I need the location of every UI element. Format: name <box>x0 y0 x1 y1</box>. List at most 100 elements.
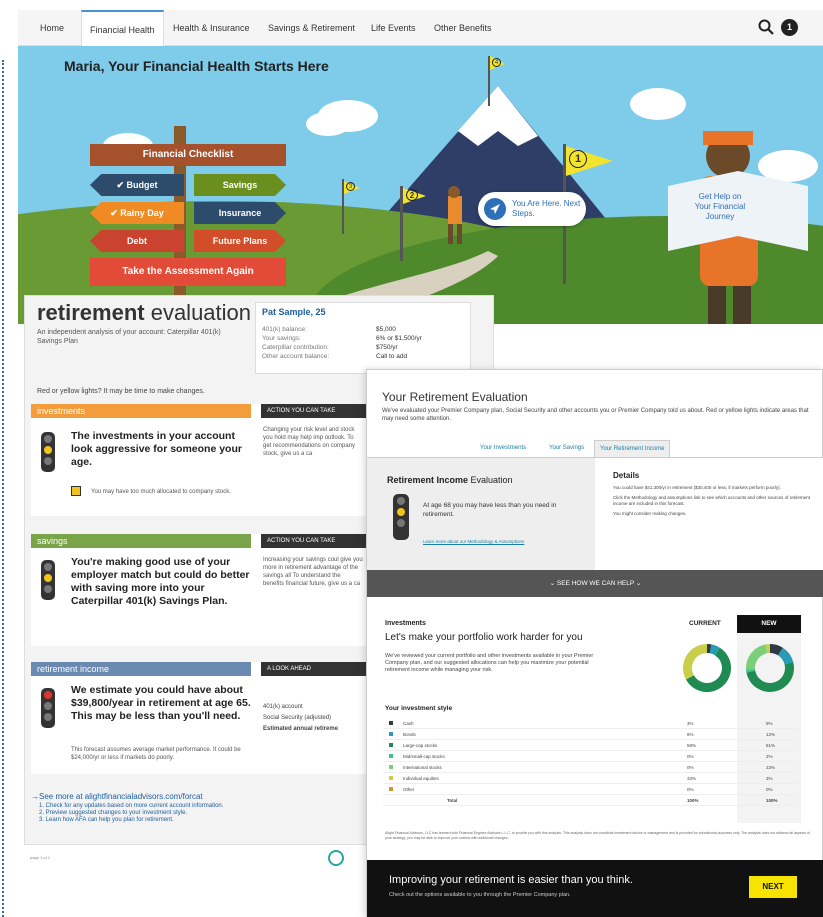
other-balance-label: Other account balance: <box>262 353 330 360</box>
dotted-guide-line <box>2 60 4 917</box>
see-more-link[interactable]: →See more at alightfinancialadvisors.com… <box>31 792 203 801</box>
nav-financial-health[interactable]: Financial Health <box>81 10 164 46</box>
disclaimer: Alight Financial Advisors, LLC has teame… <box>385 831 810 840</box>
row-name: Cash <box>403 721 414 726</box>
person-labels: 401(k) balance: Your savings: Caterpilla… <box>262 325 329 361</box>
doc-title-bold: retirement <box>37 300 145 325</box>
see-more-text: See more at alightfinancialadvisors.com/… <box>39 792 203 801</box>
table-row: Cash 3% 9% <box>383 718 798 729</box>
income-eval-title-bold: Retirement Income <box>387 475 469 485</box>
look-ahead-rows: 401(k) account Social Security (adjusted… <box>263 702 338 735</box>
tab-your-savings[interactable]: Your Savings <box>544 440 589 457</box>
contribution-value: $750/yr <box>376 344 398 351</box>
red-yellow-note: Red or yellow lights? It may be time to … <box>37 388 205 395</box>
color-swatch <box>389 787 393 791</box>
search-icon[interactable] <box>758 19 774 35</box>
check-icon: ✔ <box>110 208 121 218</box>
row-estimated-annual: Estimated annual retireme <box>263 726 339 732</box>
sign-savings[interactable]: Savings <box>194 174 286 196</box>
retirement-evaluation-panel: Your Retirement Evaluation We've evaluat… <box>366 369 823 917</box>
row-new: 51% <box>766 743 776 748</box>
retirement-income-note: This forecast assumes average market per… <box>71 747 241 761</box>
top-nav: Home Financial Health Health & Insurance… <box>18 10 823 46</box>
sign-debt[interactable]: Debt <box>90 230 184 252</box>
help-bar[interactable]: ⌄ SEE HOW WE CAN HELP ⌄ <box>367 570 823 597</box>
nav-other-benefits[interactable]: Other Benefits <box>434 10 492 46</box>
color-swatch <box>389 732 393 736</box>
row-current: 0% <box>687 765 694 770</box>
flag-number-4: 4 <box>492 58 501 67</box>
nav-home[interactable]: Home <box>40 10 64 46</box>
help-journey-text[interactable]: Get Help on Your Financial Journey <box>690 192 750 222</box>
other-balance-value: Call to add <box>376 353 408 360</box>
nav-savings-retirement[interactable]: Savings & Retirement <box>268 10 355 46</box>
row-name: Mid/small-cap stocks <box>403 754 445 759</box>
details-box: Details You could have $41,300/yr in ret… <box>595 458 823 571</box>
sign-future-plans[interactable]: Future Plans <box>194 230 286 252</box>
row-new: 9% <box>766 721 773 726</box>
notification-badge[interactable]: 1 <box>781 19 798 36</box>
step-preview: 2. Preview suggested changes to your inv… <box>39 810 188 816</box>
location-arrow-icon <box>484 198 506 220</box>
nav-life-events[interactable]: Life Events <box>371 10 416 46</box>
row-new: 12% <box>766 732 776 737</box>
methodology-link[interactable]: Learn more about our Methodology & Assum… <box>423 539 524 544</box>
row-name: Total <box>447 798 458 803</box>
tab-your-investments[interactable]: Your Investments <box>475 440 531 457</box>
new-allocation-donut <box>746 644 794 692</box>
traffic-light-yellow <box>41 560 55 600</box>
savings-side-text: Increasing your savings coul give you mo… <box>263 557 363 587</box>
traffic-light-yellow <box>393 494 409 540</box>
sign-rainy-day[interactable]: ✔ Rainy Day <box>90 202 184 224</box>
next-button[interactable]: NEXT <box>749 876 797 898</box>
doc-subtitle: An independent analysis of your account:… <box>37 329 221 345</box>
color-swatch <box>389 776 393 780</box>
flag-number-3: 3 <box>346 182 355 191</box>
details-line-3: You might consider making changes. <box>613 511 687 516</box>
table-row: Individual equities 33% 3% <box>383 773 798 784</box>
flag-number-2: 2 <box>406 189 418 201</box>
footer-title: Improving your retirement is easier than… <box>389 874 633 886</box>
table-row: International stocks 0% 23% <box>383 762 798 773</box>
investments-text: We've reviewed your current portfolio an… <box>385 653 594 673</box>
person-card: Pat Sample, 25 401(k) balance: Your savi… <box>255 302 471 374</box>
investments-message: The investments in your account look agg… <box>71 430 242 468</box>
sign-insurance[interactable]: Insurance <box>194 202 286 224</box>
income-message: At age 68 you may have less than you nee… <box>423 502 557 518</box>
retirement-income-header: retirement income <box>31 662 251 676</box>
row-current: 0% <box>687 787 694 792</box>
row-new: 23% <box>766 765 776 770</box>
row-current: 58% <box>687 743 697 748</box>
contribution-label: Caterpillar contribution: <box>262 344 329 351</box>
nav-health-insurance[interactable]: Health & Insurance <box>173 10 250 46</box>
new-label: NEW <box>737 615 801 633</box>
row-name: Bonds <box>403 732 416 737</box>
investments-title: Let's make your portfolio work harder fo… <box>385 632 583 643</box>
investment-style-title: Your investment style <box>385 705 453 712</box>
sign-budget-label: Budget <box>126 180 158 190</box>
traffic-light-red <box>41 688 55 728</box>
table-row: Mid/small-cap stocks 0% 2% <box>383 751 798 762</box>
income-eval-title: Retirement Income Evaluation <box>387 475 513 485</box>
color-swatch <box>389 743 393 747</box>
row-new: 3% <box>766 776 773 781</box>
you-are-here-bubble[interactable]: You Are Here. Next Steps. <box>478 192 586 226</box>
table-row: Large-cap stocks 58% 51% <box>383 740 798 751</box>
current-label: CURRENT <box>689 620 721 627</box>
sign-budget[interactable]: ✔ Budget <box>90 174 184 196</box>
row-new: 2% <box>766 754 773 759</box>
investments-note: You may have too much allocated to compa… <box>91 489 231 495</box>
doc-title-rest: evaluation <box>144 300 252 325</box>
table-row: Bonds 6% 12% <box>383 729 798 740</box>
step-learn: 3. Learn how AFA can help you plan for r… <box>39 817 174 823</box>
row-current: 3% <box>687 721 694 726</box>
tab-your-retirement-income[interactable]: Your Retirement Income <box>594 440 671 457</box>
traffic-light-yellow <box>41 432 55 472</box>
page-number: page 1 of 1 <box>30 855 51 860</box>
investments-label: Investments <box>385 620 426 627</box>
assessment-button[interactable]: Take the Assessment Again <box>90 258 286 286</box>
screenshot-stage: Home Financial Health Health & Insurance… <box>0 0 823 917</box>
row-name: Individual equities <box>403 776 439 781</box>
retirement-income-message: We estimate you could have about $39,800… <box>71 684 251 722</box>
color-swatch <box>389 765 393 769</box>
